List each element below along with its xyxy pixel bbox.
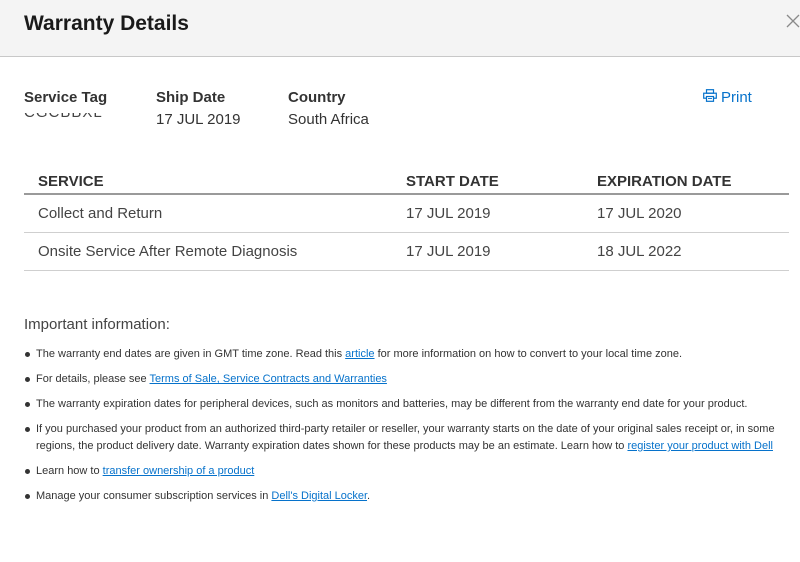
bullet — [25, 402, 30, 407]
print-label: Print — [721, 89, 752, 106]
ship-date-label: Ship Date — [156, 89, 241, 111]
digital-locker-link[interactable]: Dell's Digital Locker — [271, 490, 367, 502]
list-item: Manage your consumer subscription servic… — [24, 488, 784, 505]
expiration-date: 18 JUL 2022 — [583, 233, 789, 271]
warranty-services-table: SERVICE START DATE EXPIRATION DATE Colle… — [24, 165, 789, 271]
register-product-link[interactable]: register your product with Dell — [627, 440, 773, 452]
dialog-title: Warranty Details — [24, 12, 189, 36]
bullet — [25, 352, 30, 357]
bullet — [25, 469, 30, 474]
start-date: 17 JUL 2019 — [392, 194, 583, 233]
start-date: 17 JUL 2019 — [392, 233, 583, 271]
table-row: Onsite Service After Remote Diagnosis 17… — [24, 233, 789, 271]
country-block: Country South Africa — [288, 89, 369, 128]
list-item: For details, please see Terms of Sale, S… — [24, 371, 784, 388]
service-tag-value-clip: CGCBBXL — [24, 113, 107, 123]
service-tag-label: Service Tag — [24, 89, 107, 111]
item-text: for more information on how to convert t… — [375, 348, 683, 360]
column-header-expiration-date: EXPIRATION DATE — [583, 165, 789, 194]
print-button[interactable]: Print — [703, 89, 752, 106]
item-text: . — [367, 490, 370, 502]
important-info-list: The warranty end dates are given in GMT … — [24, 346, 784, 513]
item-text: The warranty end dates are given in GMT … — [36, 348, 345, 360]
list-item: The warranty expiration dates for periph… — [24, 396, 784, 413]
service-tag-value: CGCBBXL — [24, 113, 103, 121]
close-icon[interactable] — [786, 14, 800, 36]
bullet — [25, 377, 30, 382]
list-item: Learn how to transfer ownership of a pro… — [24, 463, 784, 480]
item-text: Learn how to — [36, 465, 103, 477]
service-name: Collect and Return — [24, 194, 392, 233]
column-header-start-date: START DATE — [392, 165, 583, 194]
dialog-header: Warranty Details — [0, 0, 800, 57]
service-tag-block: Service Tag CGCBBXL — [24, 89, 107, 121]
expiration-date: 17 JUL 2020 — [583, 194, 789, 233]
bullet — [25, 494, 30, 499]
item-text: Manage your consumer subscription servic… — [36, 490, 271, 502]
ship-date-value: 17 JUL 2019 — [156, 111, 241, 128]
important-info-heading: Important information: — [24, 316, 170, 333]
printer-icon — [703, 89, 721, 106]
ship-date-block: Ship Date 17 JUL 2019 — [156, 89, 241, 128]
item-text: The warranty expiration dates for periph… — [36, 398, 748, 410]
table-header-row: SERVICE START DATE EXPIRATION DATE — [24, 165, 789, 194]
item-text: For details, please see — [36, 373, 150, 385]
list-item: If you purchased your product from an au… — [24, 421, 784, 455]
service-name: Onsite Service After Remote Diagnosis — [24, 233, 392, 271]
article-link[interactable]: article — [345, 348, 374, 360]
terms-of-sale-link[interactable]: Terms of Sale, Service Contracts and War… — [150, 373, 387, 385]
country-value: South Africa — [288, 111, 369, 128]
table-row: Collect and Return 17 JUL 2019 17 JUL 20… — [24, 194, 789, 233]
column-header-service: SERVICE — [24, 165, 392, 194]
bullet — [25, 427, 30, 432]
transfer-ownership-link[interactable]: transfer ownership of a product — [103, 465, 255, 477]
list-item: The warranty end dates are given in GMT … — [24, 346, 784, 363]
country-label: Country — [288, 89, 369, 111]
